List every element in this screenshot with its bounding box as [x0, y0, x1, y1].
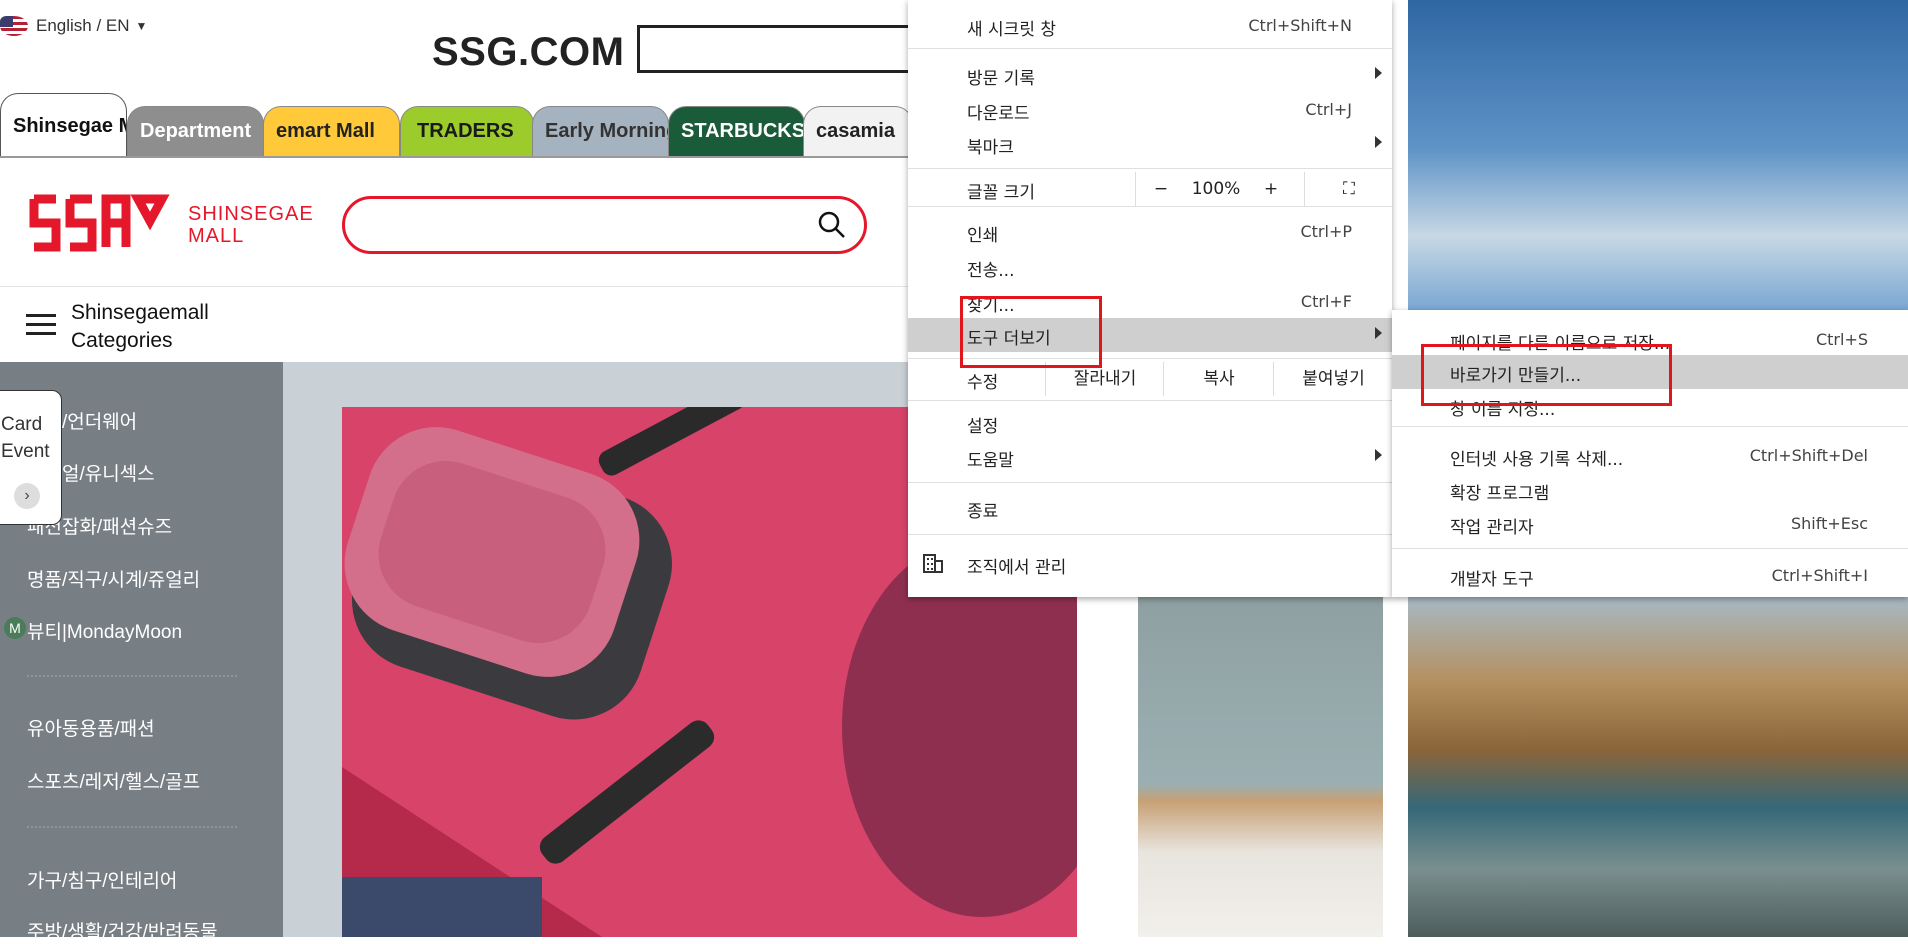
zoom-out-button[interactable]: − [1136, 172, 1186, 206]
submenu-clear-browsing-data[interactable]: 인터넷 사용 기록 삭제... Ctrl+Shift+Del [1392, 439, 1908, 473]
menu-print[interactable]: 인쇄 Ctrl+P [908, 215, 1392, 249]
menu-cast[interactable]: 전송... [908, 250, 1392, 284]
main-search-input[interactable] [342, 196, 867, 254]
zoom-level: 100% [1191, 179, 1241, 199]
menu-edit-row: 수정 잘라내기 복사 붙여넣기 [908, 362, 1392, 396]
menu-separator [908, 534, 1392, 535]
hamburger-menu-icon[interactable] [26, 314, 56, 336]
fullscreen-icon[interactable]: ⛶ [1304, 172, 1393, 206]
menu-separator [908, 482, 1392, 483]
menu-separator [908, 358, 1392, 359]
submenu-extensions[interactable]: 확장 프로그램 [1392, 473, 1908, 507]
submenu-task-manager[interactable]: 작업 관리자 Shift+Esc [1392, 507, 1908, 541]
header-divider [0, 286, 910, 287]
category-furniture[interactable]: 가구/침구/인테리어 [27, 866, 177, 893]
menu-help[interactable]: 도움말 [908, 440, 1392, 474]
shinsegae-mall-wordmark: SHINSEGAE MALL [188, 203, 314, 247]
tab-casamia[interactable]: casamia [803, 106, 913, 156]
top-search-input[interactable] [637, 25, 917, 73]
category-sports[interactable]: 스포츠/레저/헬스/골프 [27, 767, 200, 794]
submenu-separator [1392, 426, 1908, 427]
submenu-arrow-icon [1375, 327, 1382, 339]
building-icon [923, 554, 943, 573]
mall-tabs: Shinsegae Mall Department emart Mall TRA… [0, 93, 913, 158]
tab-emart-mall[interactable]: emart Mall [263, 106, 400, 156]
submenu-name-window[interactable]: 창 이름 지정... [1392, 389, 1908, 423]
category-kitchen[interactable]: 주방/생활/건강/반려동물 [27, 917, 218, 944]
caret-down-icon: ▼ [135, 19, 148, 33]
zoom-in-button[interactable]: + [1246, 172, 1296, 206]
menu-new-incognito[interactable]: 새 시크릿 창 Ctrl+Shift+N [908, 9, 1392, 43]
tab-shinsegae-mall[interactable]: Shinsegae Mall [0, 93, 127, 158]
cut-button[interactable]: 잘라내기 [1045, 362, 1164, 396]
tab-traders[interactable]: TRADERS [400, 106, 534, 156]
tab-early-morning[interactable]: Early Morning [532, 106, 669, 156]
tab-department[interactable]: Department [127, 106, 264, 156]
submenu-developer-tools[interactable]: 개발자 도구 Ctrl+Shift+I [1392, 559, 1908, 593]
menu-zoom-row: 글꼴 크기 − 100% + ⛶ [908, 172, 1392, 206]
menu-more-tools[interactable]: 도구 더보기 [908, 318, 1392, 352]
search-icon[interactable] [818, 211, 846, 239]
menu-separator [908, 168, 1392, 169]
category-luxury[interactable]: 명품/직구/시계/쥬얼리 [27, 565, 200, 592]
paste-button[interactable]: 붙여넣기 [1273, 362, 1393, 396]
desktop-wallpaper-coast [1408, 596, 1908, 937]
menu-downloads[interactable]: 다운로드 Ctrl+J [908, 93, 1392, 127]
category-beauty[interactable]: 뷰티|MondayMoon [27, 617, 182, 644]
menu-settings[interactable]: 설정 [908, 406, 1392, 440]
tab-starbucks[interactable]: STARBUCKS [668, 106, 805, 156]
sidebar-divider [27, 826, 237, 828]
submenu-separator [1392, 548, 1908, 549]
monday-moon-badge: M [4, 617, 26, 639]
copy-button[interactable]: 복사 [1163, 362, 1274, 396]
tabs-underline [0, 156, 910, 158]
submenu-arrow-icon [1375, 136, 1382, 148]
menu-bookmarks[interactable]: 북마크 [908, 127, 1392, 161]
chevron-right-icon[interactable]: › [14, 483, 40, 509]
menu-separator [908, 48, 1392, 49]
submenu-save-page-as[interactable]: 페이지를 다른 이름으로 저장... Ctrl+S [1392, 323, 1908, 357]
sidebar-divider [27, 675, 237, 677]
shinsegae-mall-logo[interactable] [26, 185, 171, 260]
us-flag-icon [0, 16, 28, 36]
submenu-arrow-icon [1375, 449, 1382, 461]
menu-separator [908, 206, 1392, 207]
menu-exit[interactable]: 종료 [908, 491, 1392, 525]
more-tools-submenu: 페이지를 다른 이름으로 저장... Ctrl+S 바로가기 만들기... 창 … [1392, 310, 1908, 597]
browser-menu: 새 시크릿 창 Ctrl+Shift+N 방문 기록 다운로드 Ctrl+J 북… [908, 0, 1392, 597]
menu-history[interactable]: 방문 기록 [908, 58, 1392, 92]
language-label: English / EN [36, 16, 130, 35]
menu-find[interactable]: 찾기... Ctrl+F [908, 285, 1392, 319]
submenu-create-shortcut[interactable]: 바로가기 만들기... [1392, 355, 1908, 389]
ssg-logo[interactable]: SSG.COM [432, 30, 624, 75]
language-selector[interactable]: English / EN ▼ [0, 12, 147, 40]
zoom-divider [1135, 172, 1136, 206]
menu-managed-by-org[interactable]: 조직에서 관리 [908, 547, 1392, 581]
categories-title[interactable]: Shinsegaemall Categories [71, 299, 209, 355]
menu-separator [908, 400, 1392, 401]
submenu-arrow-icon [1375, 67, 1382, 79]
bedroom-banner-image[interactable] [1138, 597, 1383, 937]
category-kids[interactable]: 유아동용품/패션 [27, 714, 155, 741]
card-event-flyout[interactable]: Card Event › [0, 390, 62, 525]
